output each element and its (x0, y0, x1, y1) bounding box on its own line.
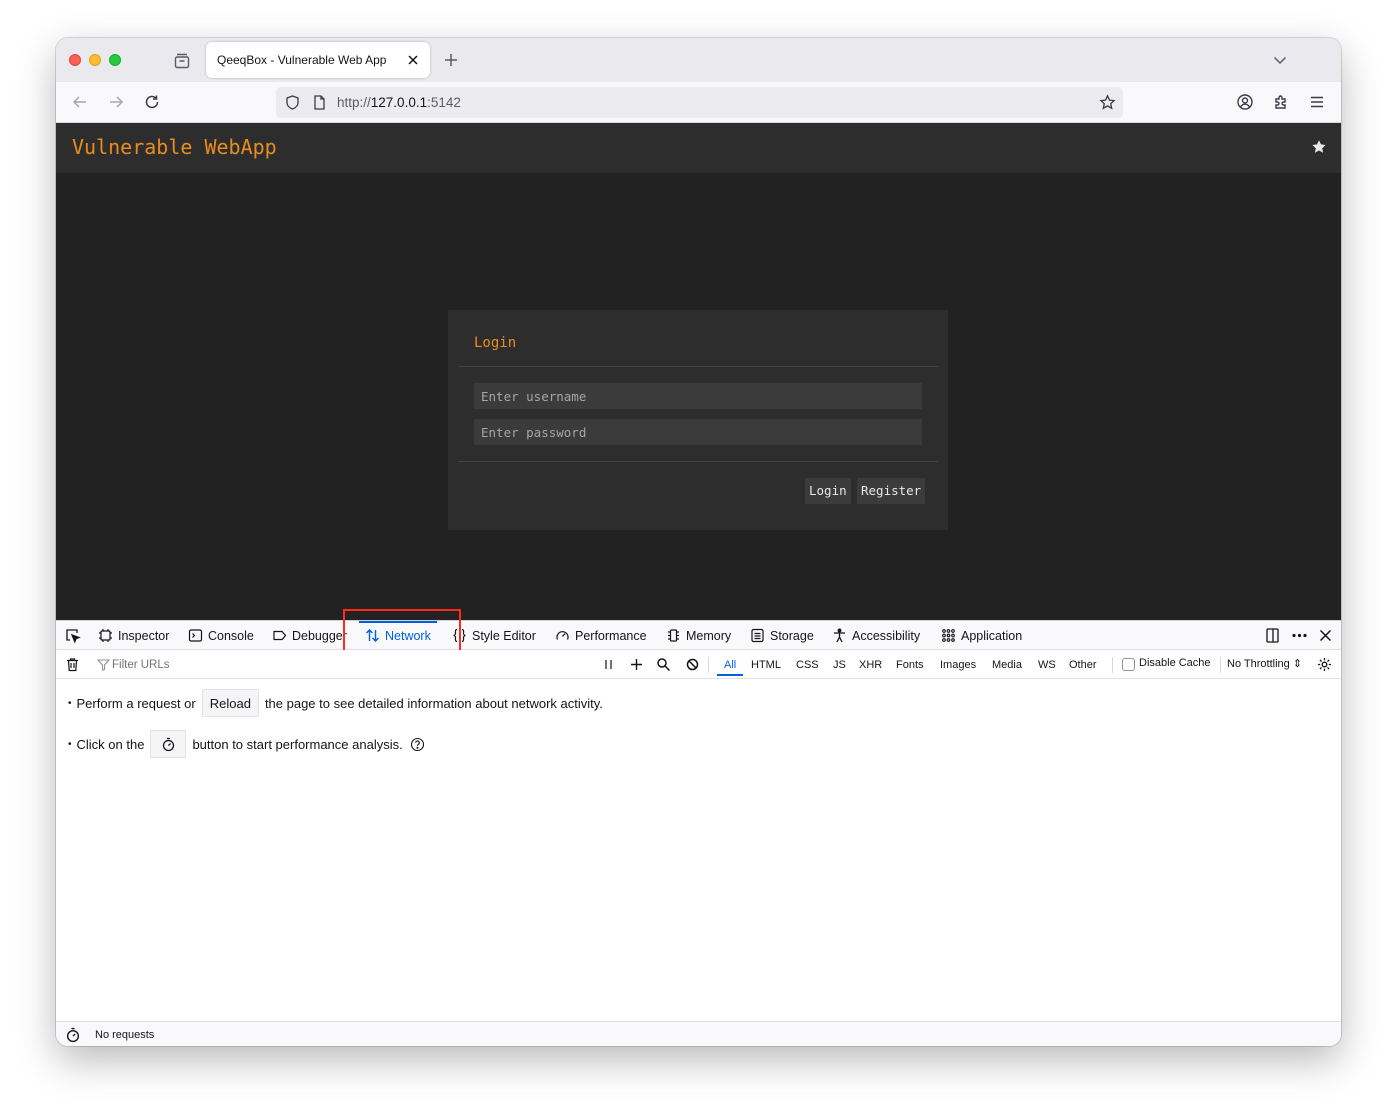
tab-debugger[interactable]: Debugger (272, 621, 347, 650)
site-header: Vulnerable WebApp (56, 123, 1341, 173)
console-icon (188, 629, 203, 642)
tab-memory[interactable]: Memory (666, 621, 731, 650)
url-text: http://127.0.0.1:5142 (337, 95, 461, 110)
minimize-window-button[interactable] (89, 54, 101, 66)
bookmark-star-icon[interactable] (1099, 94, 1116, 111)
type-filter-media[interactable]: Media (992, 656, 1022, 674)
tab-console[interactable]: Console (188, 621, 254, 650)
site-title[interactable]: Vulnerable WebApp (72, 135, 277, 159)
close-devtools-icon[interactable] (1317, 627, 1334, 644)
pause-icon[interactable] (601, 657, 616, 672)
application-icon (942, 629, 955, 642)
type-filter-xhr[interactable]: XHR (859, 656, 882, 674)
address-bar[interactable]: http://127.0.0.1:5142 (276, 87, 1123, 118)
devtools-panel: Inspector Console Debugger Network Style… (56, 609, 1341, 1046)
stopwatch-icon (162, 737, 175, 751)
extensions-puzzle-icon[interactable] (1272, 93, 1290, 111)
back-arrow-icon[interactable] (71, 93, 89, 111)
filter-funnel-icon (96, 659, 111, 671)
firefox-view-icon[interactable] (173, 52, 191, 70)
browser-window: QeeqBox - Vulnerable Web App http://127.… (56, 38, 1341, 1046)
new-tab-icon[interactable] (442, 51, 460, 69)
debugger-icon (273, 630, 287, 641)
login-button[interactable]: Login (805, 478, 851, 504)
tab-storage[interactable]: Storage (750, 621, 814, 650)
password-input[interactable] (474, 419, 922, 445)
tab-style-editor[interactable]: Style Editor (452, 621, 536, 650)
close-window-button[interactable] (69, 54, 81, 66)
forward-arrow-icon[interactable] (107, 93, 125, 111)
application-menu-icon[interactable] (1308, 93, 1326, 111)
username-input[interactable] (474, 383, 922, 409)
performance-analysis-button[interactable] (150, 730, 187, 758)
register-button[interactable]: Register (857, 478, 926, 504)
inspector-icon (99, 629, 112, 642)
tab-strip: QeeqBox - Vulnerable Web App (56, 38, 1341, 82)
zoom-window-button[interactable] (109, 54, 121, 66)
more-options-icon[interactable] (1291, 627, 1308, 644)
updown-chevron-icon: ⇕ (1292, 658, 1303, 670)
login-heading: Login (474, 335, 517, 351)
login-card: Login Login Register (448, 310, 948, 530)
request-hint-message: • Perform a request or Reload the page t… (68, 689, 603, 717)
tab-inspector[interactable]: Inspector (98, 621, 169, 650)
type-filter-html[interactable]: HTML (751, 656, 781, 674)
tab-network[interactable]: Network (359, 621, 437, 650)
devtools-toolbar: Inspector Console Debugger Network Style… (56, 609, 1341, 660)
disable-cache-label[interactable]: Disable Cache (1139, 657, 1211, 669)
separator (1112, 657, 1113, 673)
type-filter-ws[interactable]: WS (1038, 656, 1056, 674)
style-editor-icon (453, 628, 466, 643)
tab-application[interactable]: Application (941, 621, 1022, 650)
network-status-bar: No requests (56, 1021, 1341, 1046)
type-filter-all[interactable]: All (716, 655, 744, 676)
network-settings-gear-icon[interactable] (1317, 657, 1332, 672)
star-icon[interactable] (1311, 139, 1327, 155)
tracking-protection-shield-icon[interactable] (284, 94, 301, 111)
separator (708, 657, 709, 673)
disable-cache-checkbox[interactable] (1122, 658, 1135, 671)
network-empty-state: • Perform a request or Reload the page t… (56, 679, 1341, 1021)
block-url-icon[interactable] (685, 657, 700, 672)
network-filter-bar: All HTML CSS JS XHR Fonts Images Media W… (56, 650, 1341, 679)
performance-hint-message: • Click on the button to start performan… (68, 730, 425, 758)
network-icon (366, 629, 379, 642)
performance-icon (556, 631, 569, 640)
throttling-select[interactable]: No Throttling ⇕ (1227, 657, 1302, 670)
search-icon[interactable] (656, 657, 671, 672)
trash-icon[interactable] (65, 657, 80, 672)
separator (1220, 657, 1221, 673)
reload-button[interactable]: Reload (201, 689, 259, 717)
help-question-icon[interactable] (410, 737, 425, 752)
accessibility-icon (834, 628, 845, 643)
storage-icon (751, 628, 764, 643)
add-request-icon[interactable] (629, 657, 644, 672)
type-filter-js[interactable]: JS (833, 656, 846, 674)
memory-icon (668, 629, 679, 642)
type-filter-fonts[interactable]: Fonts (896, 656, 924, 674)
type-filter-other[interactable]: Other (1069, 656, 1097, 674)
close-tab-icon[interactable] (404, 51, 422, 69)
tab-performance[interactable]: Performance (555, 621, 647, 650)
card-divider (458, 461, 938, 462)
navigation-toolbar: http://127.0.0.1:5142 (56, 82, 1341, 123)
card-divider (458, 366, 938, 367)
type-filter-css[interactable]: CSS (796, 656, 819, 674)
stopwatch-icon[interactable] (65, 1027, 81, 1043)
tab-title: QeeqBox - Vulnerable Web App (217, 53, 387, 67)
status-text: No requests (95, 1029, 155, 1041)
reload-icon[interactable] (143, 93, 161, 111)
tab-accessibility[interactable]: Accessibility (832, 621, 920, 650)
list-all-tabs-icon[interactable] (1271, 51, 1289, 69)
browser-tab-active[interactable]: QeeqBox - Vulnerable Web App (206, 42, 430, 78)
page-info-icon[interactable] (311, 94, 328, 111)
element-picker-icon[interactable] (64, 627, 81, 644)
account-icon[interactable] (1236, 93, 1254, 111)
dock-side-icon[interactable] (1264, 627, 1281, 644)
type-filter-images[interactable]: Images (940, 656, 976, 674)
filter-urls-input[interactable] (112, 656, 592, 673)
web-page-viewport: Vulnerable WebApp Login Login Register (56, 123, 1341, 620)
